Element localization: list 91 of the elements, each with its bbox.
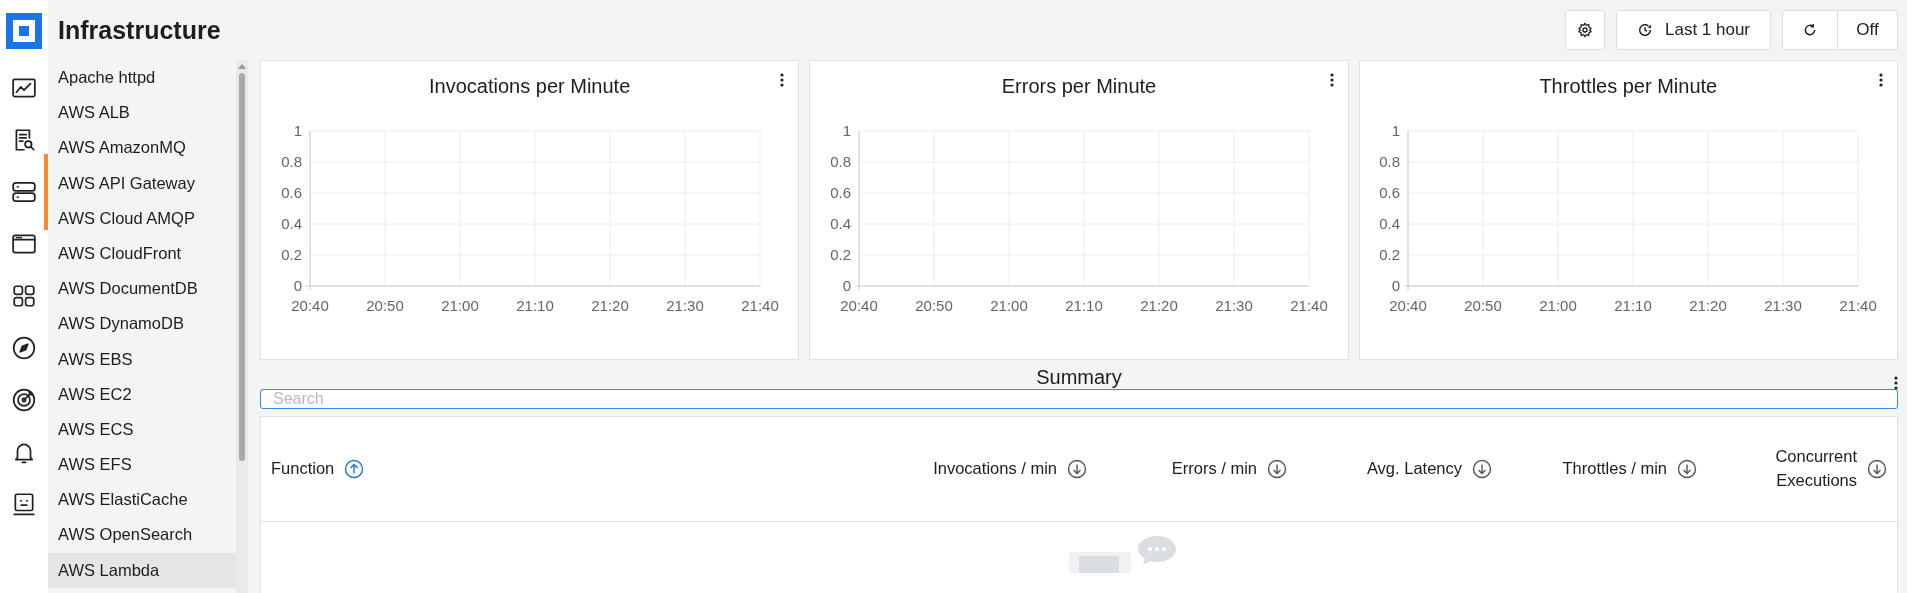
- chart-title: Throttles per Minute: [1539, 75, 1718, 99]
- sort-up-icon[interactable]: [344, 459, 365, 479]
- x-tick-label: 21:10: [1614, 297, 1653, 314]
- column-header[interactable]: Concurrent Executions: [1775, 445, 1857, 493]
- section-title: Summary: [1036, 366, 1122, 389]
- sort-down-icon[interactable]: [1267, 459, 1287, 479]
- y-tick-label: 0.4: [1379, 215, 1401, 232]
- x-tick-label: 20:40: [840, 297, 878, 314]
- y-tick-label: 0: [842, 277, 851, 294]
- y-tick-label: 0.6: [830, 184, 851, 201]
- sidebar-item[interactable]: AWS DocumentDB: [48, 271, 236, 307]
- sidebar-item[interactable]: AWS DynamoDB: [48, 306, 236, 342]
- x-tick-label: 20:50: [915, 297, 953, 314]
- sort-down-icon[interactable]: [1867, 459, 1887, 479]
- sidebar-item[interactable]: AWS ALB: [48, 95, 236, 131]
- settings-button[interactable]: [1565, 10, 1605, 50]
- y-tick-label: 0.8: [830, 153, 851, 170]
- column-header[interactable]: Invocations / min: [933, 457, 1057, 481]
- sidebar-item[interactable]: AWS API Gateway: [48, 165, 236, 201]
- y-tick-label: 0.2: [1379, 246, 1401, 263]
- x-tick-label: 20:50: [365, 297, 404, 314]
- y-tick-label: 0: [293, 277, 302, 294]
- logo-icon[interactable]: [6, 13, 42, 49]
- x-tick-label: 20:50: [1464, 297, 1503, 314]
- x-tick-label: 20:40: [290, 297, 329, 314]
- x-tick-label: 21:40: [1839, 297, 1878, 314]
- x-tick-label: 20:40: [1389, 297, 1428, 314]
- x-tick-label: 21:30: [665, 297, 704, 314]
- more-options-icon[interactable]: [1329, 73, 1334, 87]
- sidebar-item[interactable]: AWS EC2: [48, 376, 236, 412]
- y-tick-label: 1: [293, 122, 302, 139]
- refresh-icon: [1802, 22, 1818, 38]
- x-tick-label: 21:20: [590, 297, 629, 314]
- x-tick-label: 21:00: [1539, 297, 1578, 314]
- line-chart-icon[interactable]: [11, 75, 37, 101]
- chart-title: Invocations per Minute: [429, 75, 631, 99]
- more-options-icon[interactable]: [1879, 73, 1883, 87]
- x-tick-label: 21:40: [740, 297, 779, 314]
- sidebar-item[interactable]: AWS Lambda: [48, 552, 236, 588]
- y-tick-label: 0.4: [280, 215, 302, 232]
- x-tick-label: 21:00: [990, 297, 1028, 314]
- sort-down-icon[interactable]: [1677, 459, 1697, 479]
- sort-down-icon[interactable]: [1472, 459, 1492, 479]
- sidebar-item[interactable]: AWS EBS: [48, 341, 236, 377]
- x-tick-label: 21:40: [1290, 297, 1328, 314]
- x-tick-label: 21:10: [1065, 297, 1103, 314]
- scrollbar[interactable]: [236, 60, 248, 593]
- y-tick-label: 1: [1391, 122, 1401, 139]
- more-options-icon[interactable]: [1894, 376, 1898, 390]
- robot-face-icon[interactable]: [11, 491, 37, 517]
- chart-title: Errors per Minute: [1001, 75, 1157, 99]
- x-tick-label: 21:20: [1140, 297, 1178, 314]
- refresh-interval-button[interactable]: Off: [1838, 10, 1898, 50]
- x-tick-label: 21:30: [1764, 297, 1803, 314]
- settings-icon: [1577, 22, 1593, 38]
- sidebar-item[interactable]: AWS EFS: [48, 447, 236, 483]
- time-range-button[interactable]: Last 1 hour: [1616, 10, 1771, 50]
- grid-icon[interactable]: [11, 283, 37, 309]
- column-header[interactable]: Errors / min: [1171, 457, 1257, 481]
- sidebar-item[interactable]: AWS ECS: [48, 411, 236, 448]
- y-tick-label: 0.2: [280, 246, 302, 263]
- sort-down-icon[interactable]: [1067, 459, 1087, 479]
- column-header[interactable]: Throttles / min: [1562, 457, 1667, 481]
- sidebar-item[interactable]: Apache httpd: [48, 60, 236, 96]
- clock-icon: [1636, 22, 1653, 38]
- x-tick-label: 21:30: [1215, 297, 1253, 314]
- column-header[interactable]: Avg. Latency: [1366, 457, 1462, 481]
- x-tick-label: 21:10: [515, 297, 554, 314]
- sidebar-item[interactable]: AWS Cloud AMQP: [48, 200, 236, 236]
- y-tick-label: 0.4: [830, 215, 851, 232]
- compass-icon[interactable]: [11, 335, 37, 361]
- y-tick-label: 0.2: [830, 246, 851, 263]
- sidebar-item[interactable]: AWS ElastiCache: [48, 482, 236, 518]
- server-icon[interactable]: [11, 179, 37, 205]
- y-tick-label: 0.8: [280, 153, 302, 170]
- sidebar-item[interactable]: AWS AmazonMQ: [48, 130, 236, 166]
- search-field[interactable]: Search: [260, 389, 1898, 409]
- y-tick-label: 0.6: [280, 184, 302, 201]
- y-tick-label: 1: [842, 122, 851, 139]
- x-tick-label: 21:20: [1689, 297, 1728, 314]
- column-header[interactable]: Function: [271, 457, 335, 481]
- target-icon[interactable]: [11, 387, 37, 413]
- sidebar-item[interactable]: AWS OpenSearch: [48, 517, 236, 553]
- x-tick-label: 21:00: [440, 297, 479, 314]
- sidebar-item[interactable]: AWS CloudFront: [48, 235, 236, 272]
- page-title: Infrastructure: [58, 15, 221, 45]
- y-tick-label: 0.8: [1379, 153, 1401, 170]
- more-options-icon[interactable]: [780, 73, 785, 87]
- y-tick-label: 0.6: [1379, 184, 1401, 201]
- y-tick-label: 0: [1391, 277, 1401, 294]
- browser-window-icon[interactable]: [11, 231, 37, 257]
